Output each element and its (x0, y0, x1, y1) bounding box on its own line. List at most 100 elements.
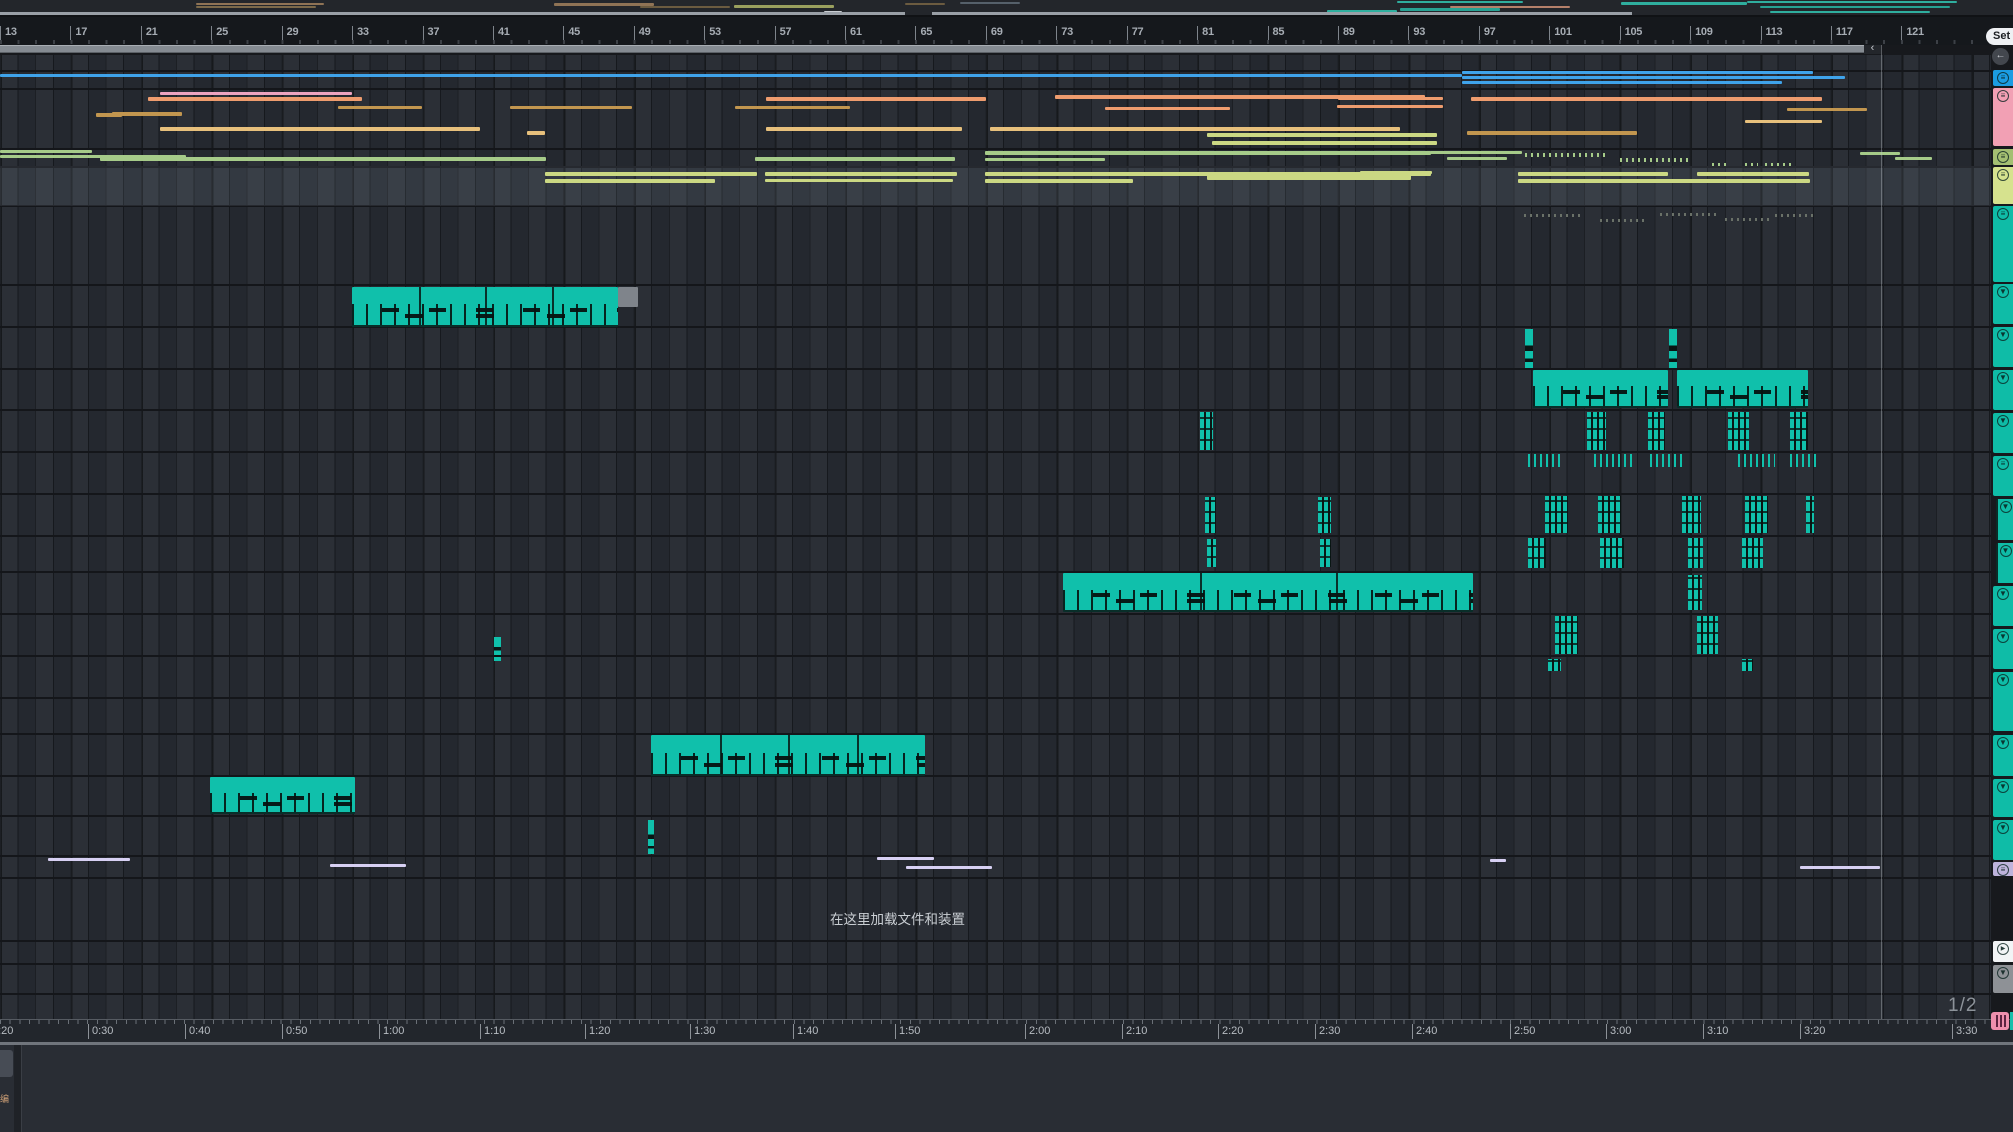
track-header-chip[interactable]: ▼ (1993, 672, 2013, 731)
note-bars[interactable] (1320, 539, 1331, 567)
midi-clip[interactable] (651, 735, 925, 776)
time-label: 0:30 (88, 1024, 113, 1039)
time-ruler[interactable]: 0:200:300:400:501:001:101:201:301:401:50… (0, 1019, 2013, 1042)
thin-clip[interactable] (1525, 329, 1533, 368)
thin-clip[interactable] (494, 637, 501, 661)
note-bars[interactable] (1682, 496, 1701, 533)
arrangement-grid[interactable] (0, 55, 1991, 1019)
track-header-chip[interactable]: ≡ (1993, 167, 2013, 204)
note-bars[interactable] (1728, 412, 1749, 450)
chevron-down-icon[interactable]: ▼ (2000, 501, 2012, 513)
note-bars[interactable] (1806, 496, 1814, 533)
track-header-chip[interactable]: ▶ (1993, 941, 2013, 962)
chevron-down-icon[interactable]: ▼ (1997, 286, 2009, 298)
note-bars[interactable] (1205, 497, 1216, 533)
overview-viewport[interactable] (0, 12, 905, 15)
chevron-down-icon[interactable]: ▼ (1997, 737, 2009, 749)
note-bars[interactable] (1790, 412, 1808, 450)
chevron-down-icon[interactable]: ▼ (1997, 415, 2009, 427)
note-line (0, 74, 1462, 77)
track-header-chip[interactable]: ≡ (1993, 149, 2013, 165)
track-header-chip[interactable]: ▼ (1993, 820, 2013, 860)
end-marker-chevron-icon[interactable]: ‹ (1864, 45, 1881, 54)
midi-clip[interactable] (1677, 370, 1808, 408)
previous-locator-button[interactable]: ← (1992, 48, 2009, 65)
menu-icon[interactable]: ≡ (1997, 458, 2009, 470)
track-header-chip[interactable]: ▼ (1993, 629, 2013, 669)
note-line (985, 179, 1133, 183)
track-header-chip[interactable]: ≡ (1993, 456, 2013, 496)
track-header-chip[interactable]: ▼ (1996, 543, 2013, 583)
chevron-down-icon[interactable]: ▼ (1997, 329, 2009, 341)
menu-icon[interactable]: ≡ (1997, 864, 2009, 876)
track-row-separator (0, 963, 1991, 965)
chevron-down-icon[interactable]: ▼ (1997, 781, 2009, 793)
chevron-down-icon[interactable]: ▼ (1997, 967, 2009, 979)
note-bars[interactable] (1545, 496, 1568, 533)
track-header-chip[interactable]: ▼ (1993, 779, 2013, 817)
play-icon[interactable]: ▶ (1997, 943, 2009, 955)
chevron-down-icon[interactable]: ▼ (1997, 822, 2009, 834)
note-bars[interactable] (1207, 539, 1216, 567)
track-header-chip[interactable]: ≡ (1993, 70, 2013, 86)
time-label: 1:30 (690, 1024, 715, 1039)
note-bars[interactable] (1548, 659, 1561, 671)
note-bars[interactable] (1318, 497, 1331, 533)
note-bars[interactable] (1598, 496, 1621, 533)
chevron-down-icon[interactable]: ▼ (1997, 631, 2009, 643)
note-bars[interactable] (1697, 616, 1718, 654)
clip-segment-divider (1336, 573, 1338, 610)
track-header-chip[interactable]: ≡ (1993, 862, 2013, 876)
menu-icon[interactable]: ≡ (1997, 72, 2009, 84)
overview-viewport[interactable] (932, 12, 1632, 15)
track-header-chip[interactable]: ≡ (1993, 88, 2013, 146)
thin-clip[interactable] (1669, 329, 1677, 368)
note-bars[interactable] (1587, 412, 1606, 450)
detail-panel[interactable]: 编 (0, 1045, 2013, 1132)
menu-icon[interactable]: ≡ (1997, 90, 2009, 102)
note-bars[interactable] (1555, 616, 1578, 654)
overview-clip-mark (196, 3, 324, 5)
note-bars[interactable] (1688, 575, 1702, 610)
set-locator-button[interactable]: Set (1986, 28, 2013, 45)
chevron-down-icon[interactable]: ▼ (1997, 372, 2009, 384)
note-bars[interactable] (1528, 538, 1546, 568)
midi-clip[interactable] (1533, 370, 1668, 408)
note-bars[interactable] (1200, 412, 1213, 450)
note-line (160, 127, 480, 131)
track-header-chip[interactable]: ▼ (1996, 499, 2013, 540)
arrangement-overview[interactable] (0, 0, 2013, 17)
bar-number: 37 (423, 26, 440, 40)
menu-icon[interactable]: ≡ (1997, 208, 2009, 220)
note-bars[interactable] (1600, 538, 1624, 568)
note-bars[interactable] (1648, 412, 1665, 450)
track-header-chip[interactable]: ▼ (1993, 965, 2013, 993)
chevron-down-icon[interactable]: ▼ (1997, 588, 2009, 600)
midi-clip[interactable] (1063, 573, 1473, 612)
overview-clip-mark (1621, 2, 1747, 5)
note-bars[interactable] (1688, 538, 1703, 568)
arrangement-view: 1317212529333741454953576165697377818589… (0, 0, 2013, 1132)
overview-clip-mark (196, 6, 316, 8)
track-header-chip[interactable]: ≡ (1993, 206, 2013, 282)
track-header-chip[interactable]: ▼ (1993, 586, 2013, 626)
track-header-chip[interactable]: ▼ (1993, 735, 2013, 776)
track-header-chip[interactable]: ▼ (1993, 370, 2013, 410)
menu-icon[interactable]: ≡ (1997, 151, 2009, 163)
track-header-chip[interactable]: ▼ (1993, 284, 2013, 324)
midi-clip[interactable] (210, 777, 355, 814)
midi-clip[interactable] (352, 287, 618, 327)
scroll-zoom-handle[interactable] (0, 45, 1866, 53)
chevron-down-icon[interactable]: ▼ (2000, 545, 2012, 557)
thin-clip[interactable] (648, 820, 654, 854)
beat-ruler[interactable]: 1317212529333741454953576165697377818589… (0, 17, 2013, 45)
chevron-down-icon[interactable]: ▼ (1997, 674, 2009, 686)
note-bars[interactable] (1742, 538, 1763, 568)
track-header-chip[interactable]: ▼ (1993, 413, 2013, 453)
note-bars[interactable] (1742, 659, 1753, 671)
clip-box[interactable] (618, 287, 638, 307)
track-header-chip[interactable]: ▼ (1993, 327, 2013, 367)
panel-side-box[interactable] (0, 1050, 13, 1077)
menu-icon[interactable]: ≡ (1997, 169, 2009, 181)
note-bars[interactable] (1745, 496, 1768, 533)
